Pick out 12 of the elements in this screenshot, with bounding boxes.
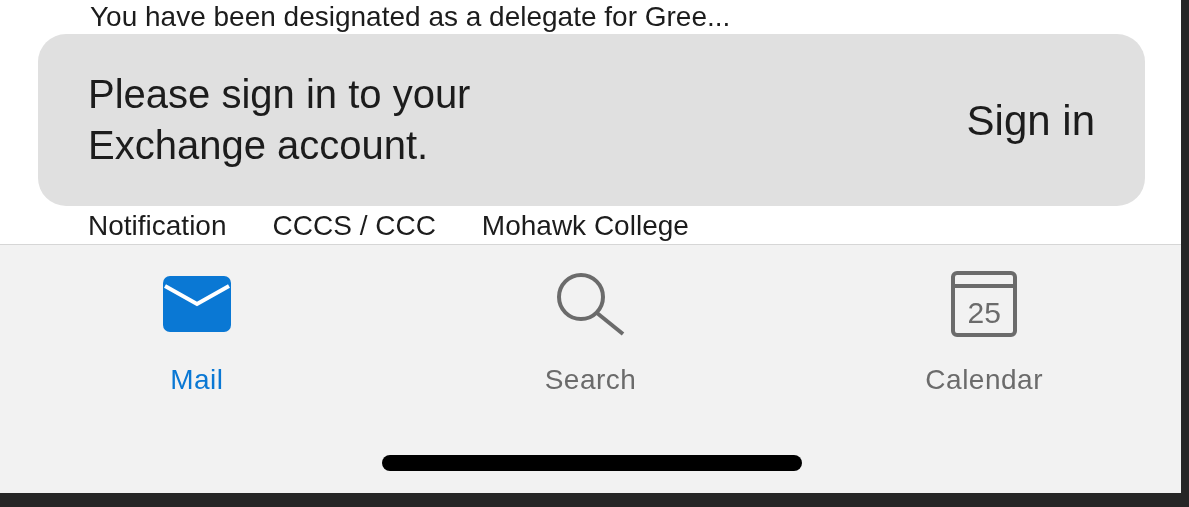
- tab[interactable]: Mail: [0, 269, 394, 401]
- sign-in-link[interactable]: Sign in: [966, 88, 1095, 152]
- envelope-icon: [162, 276, 231, 332]
- column-text: Notification: [88, 210, 227, 242]
- tab[interactable]: Search: [393, 269, 788, 401]
- message-preview: You have been designated as a delegate for Gree...: [90, 2, 731, 32]
- banner-message: Please sign in to your Exchange account.: [88, 71, 472, 169]
- column-text: CCCS / CCC: [272, 210, 436, 242]
- search-icon: [554, 271, 627, 337]
- tab[interactable]: 25 Calendar: [787, 269, 1181, 401]
- calendar-day: 25: [967, 295, 1001, 331]
- column-text: Mohawk College: [481, 210, 689, 242]
